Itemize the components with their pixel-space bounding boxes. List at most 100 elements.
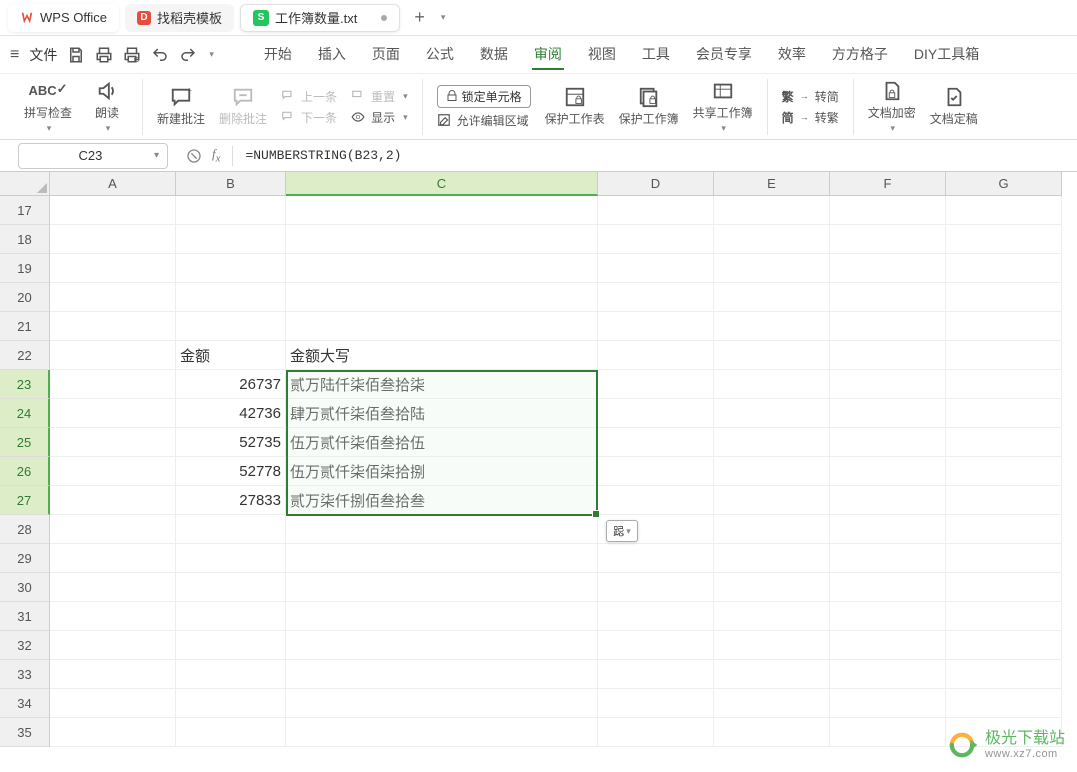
row-header-30[interactable]: 30 — [0, 573, 50, 602]
col-header-G[interactable]: G — [946, 172, 1062, 196]
cell-E29[interactable] — [714, 544, 830, 573]
cell-G17[interactable] — [946, 196, 1062, 225]
cell-G34[interactable] — [946, 689, 1062, 718]
cell-C27[interactable]: 贰万柒仟捌佰叁拾叁 — [286, 486, 598, 515]
row-header-19[interactable]: 19 — [0, 254, 50, 283]
cell-B32[interactable] — [176, 631, 286, 660]
cell-C25[interactable]: 伍万贰仟柒佰叁拾伍 — [286, 428, 598, 457]
cell-F32[interactable] — [830, 631, 946, 660]
cell-B23[interactable]: 26737 — [176, 370, 286, 399]
menu-data[interactable]: 数据 — [478, 40, 510, 70]
menu-member[interactable]: 会员专享 — [694, 40, 754, 70]
cell-G26[interactable] — [946, 457, 1062, 486]
col-header-D[interactable]: D — [598, 172, 714, 196]
cell-G20[interactable] — [946, 283, 1062, 312]
cell-C20[interactable] — [286, 283, 598, 312]
quick-access-chevron-icon[interactable]: ▾ — [209, 49, 214, 60]
cell-E18[interactable] — [714, 225, 830, 254]
cell-E21[interactable] — [714, 312, 830, 341]
cell-B19[interactable] — [176, 254, 286, 283]
cell-E28[interactable] — [714, 515, 830, 544]
cell-C21[interactable] — [286, 312, 598, 341]
delete-comment-button[interactable]: 删除批注 — [219, 86, 267, 127]
new-comment-button[interactable]: + 新建批注 — [157, 86, 205, 127]
cell-A18[interactable] — [50, 225, 176, 254]
select-all-corner[interactable] — [0, 172, 50, 196]
cell-D33[interactable] — [598, 660, 714, 689]
reset-comment-button[interactable]: 重置▾ — [351, 88, 408, 105]
cell-E32[interactable] — [714, 631, 830, 660]
cell-A19[interactable] — [50, 254, 176, 283]
cell-G28[interactable] — [946, 515, 1062, 544]
cell-E33[interactable] — [714, 660, 830, 689]
cell-E24[interactable] — [714, 399, 830, 428]
menu-view[interactable]: 视图 — [586, 40, 618, 70]
name-box-chevron-icon[interactable]: ▾ — [154, 150, 159, 161]
cell-B18[interactable] — [176, 225, 286, 254]
cell-D22[interactable] — [598, 341, 714, 370]
cell-G33[interactable] — [946, 660, 1062, 689]
col-header-B[interactable]: B — [176, 172, 286, 196]
cell-B26[interactable]: 52778 — [176, 457, 286, 486]
cell-G25[interactable] — [946, 428, 1062, 457]
cell-D30[interactable] — [598, 573, 714, 602]
cell-C32[interactable] — [286, 631, 598, 660]
undo-icon[interactable] — [151, 46, 169, 64]
cell-B22[interactable]: 金额 — [176, 341, 286, 370]
cell-E25[interactable] — [714, 428, 830, 457]
cell-A33[interactable] — [50, 660, 176, 689]
cell-C24[interactable]: 肆万贰仟柒佰叁拾陆 — [286, 399, 598, 428]
cell-D19[interactable] — [598, 254, 714, 283]
cell-F28[interactable] — [830, 515, 946, 544]
hamburger-icon[interactable]: ≡ — [10, 46, 19, 64]
cell-D18[interactable] — [598, 225, 714, 254]
cell-C29[interactable] — [286, 544, 598, 573]
cell-E23[interactable] — [714, 370, 830, 399]
row-header-32[interactable]: 32 — [0, 631, 50, 660]
print-preview-icon[interactable] — [123, 46, 141, 64]
app-tab-document[interactable]: S 工作簿数量.txt — [240, 4, 400, 32]
name-box[interactable]: C23 ▾ — [18, 143, 168, 169]
cell-A35[interactable] — [50, 718, 176, 747]
app-tab-wps[interactable]: WPS Office — [8, 4, 119, 32]
row-header-27[interactable]: 27 — [0, 486, 50, 515]
col-header-F[interactable]: F — [830, 172, 946, 196]
cell-E27[interactable] — [714, 486, 830, 515]
cell-A34[interactable] — [50, 689, 176, 718]
cell-A27[interactable] — [50, 486, 176, 515]
cell-B30[interactable] — [176, 573, 286, 602]
row-header-24[interactable]: 24 — [0, 399, 50, 428]
cell-C17[interactable] — [286, 196, 598, 225]
cell-B17[interactable] — [176, 196, 286, 225]
col-header-A[interactable]: A — [50, 172, 176, 196]
cell-A24[interactable] — [50, 399, 176, 428]
cell-F18[interactable] — [830, 225, 946, 254]
cell-D25[interactable] — [598, 428, 714, 457]
cell-C33[interactable] — [286, 660, 598, 689]
app-tab-template[interactable]: D 找稻壳模板 — [125, 4, 234, 32]
cell-E22[interactable] — [714, 341, 830, 370]
to-traditional-button[interactable]: 简→ 转繁 — [782, 109, 839, 126]
cell-G22[interactable] — [946, 341, 1062, 370]
cell-G27[interactable] — [946, 486, 1062, 515]
cell-E35[interactable] — [714, 718, 830, 747]
col-header-E[interactable]: E — [714, 172, 830, 196]
row-header-25[interactable]: 25 — [0, 428, 50, 457]
menu-page[interactable]: 页面 — [370, 40, 402, 70]
cell-A29[interactable] — [50, 544, 176, 573]
cell-A32[interactable] — [50, 631, 176, 660]
cell-F22[interactable] — [830, 341, 946, 370]
cell-A28[interactable] — [50, 515, 176, 544]
cell-C26[interactable]: 伍万贰仟柒佰柒拾捌 — [286, 457, 598, 486]
cell-A20[interactable] — [50, 283, 176, 312]
allow-edit-button[interactable]: 允许编辑区域 — [437, 112, 531, 129]
cell-F23[interactable] — [830, 370, 946, 399]
cell-C34[interactable] — [286, 689, 598, 718]
cell-B31[interactable] — [176, 602, 286, 631]
doc-encrypt-button[interactable]: 文档加密▾ — [868, 80, 916, 134]
row-header-21[interactable]: 21 — [0, 312, 50, 341]
cell-B33[interactable] — [176, 660, 286, 689]
cell-E31[interactable] — [714, 602, 830, 631]
cell-C22[interactable]: 金额大写 — [286, 341, 598, 370]
cell-E30[interactable] — [714, 573, 830, 602]
